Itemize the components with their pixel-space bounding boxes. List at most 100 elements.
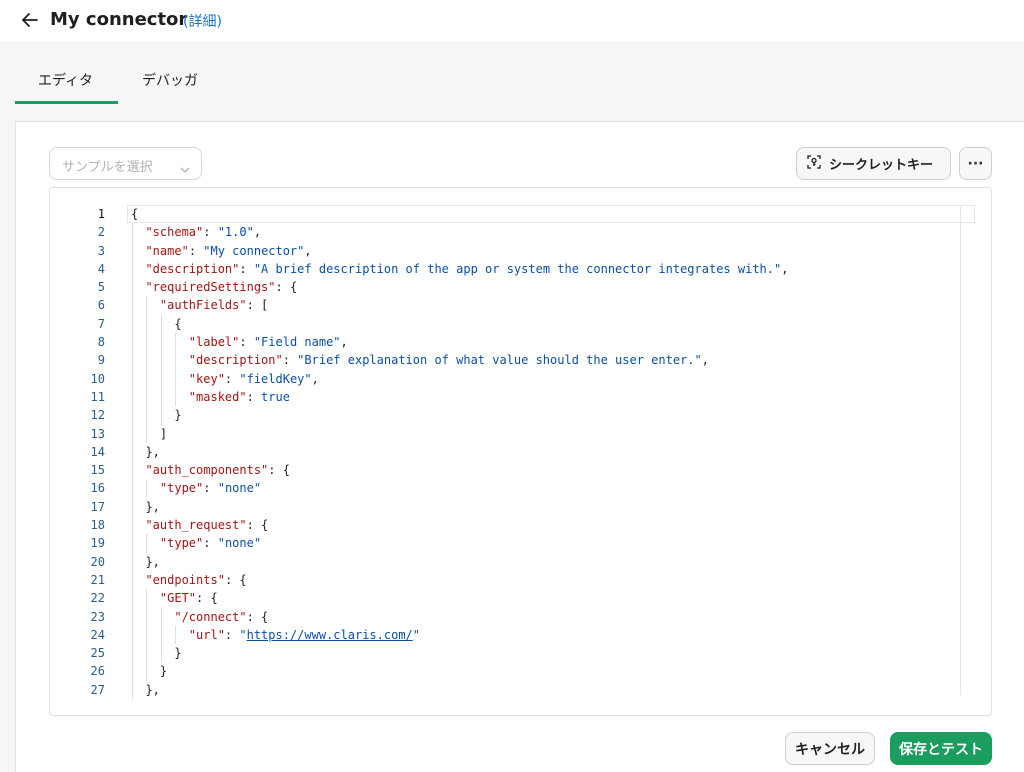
- secret-key-button[interactable]: シークレットキー: [796, 147, 951, 180]
- code-line[interactable]: },: [131, 553, 788, 571]
- indent-guide: [146, 589, 148, 681]
- json-punctuation: },: [145, 682, 160, 697]
- code-line[interactable]: }: [131, 644, 788, 662]
- code-line[interactable]: "label": "Field name",: [131, 333, 788, 351]
- json-punctuation: },: [145, 554, 160, 569]
- code-content[interactable]: { "schema": "1.0", "name": "My connector…: [131, 205, 788, 699]
- indent-guide: [160, 314, 162, 425]
- line-number: 25: [90, 646, 105, 661]
- line-number: 15: [90, 463, 105, 478]
- json-key: "type": [159, 536, 204, 551]
- code-line[interactable]: ]: [131, 425, 788, 443]
- code-line[interactable]: "auth_components": {: [131, 461, 788, 479]
- json-punctuation: :: [203, 481, 218, 496]
- sample-select[interactable]: サンプルを選択: [49, 147, 202, 180]
- json-punctuation: :: [239, 335, 254, 350]
- code-line[interactable]: }: [131, 662, 788, 680]
- json-value: "Field name": [253, 335, 341, 350]
- line-number: 7: [97, 316, 105, 331]
- code-line[interactable]: "endpoints": {: [131, 571, 788, 589]
- json-punctuation: },: [145, 499, 160, 514]
- code-editor[interactable]: 1 2 3 4 5 6 7 8 9 10 11 12 13 14 15 16 17 18 19 20 21 22 23 24 2…: [49, 187, 992, 716]
- json-value: ": [239, 627, 247, 642]
- sample-select-placeholder: サンプルを選択: [62, 160, 153, 175]
- indent-guide: [160, 607, 162, 663]
- code-line[interactable]: },: [131, 498, 788, 516]
- line-number: 21: [90, 572, 105, 587]
- json-value: "1.0": [217, 225, 254, 240]
- line-number: 9: [97, 353, 105, 368]
- json-value: "Brief explanation of what value should …: [297, 353, 702, 368]
- json-punctuation: :: [224, 627, 240, 642]
- details-link[interactable]: (詳細): [183, 11, 222, 31]
- code-line[interactable]: },: [131, 443, 788, 461]
- indent-guide: [175, 333, 177, 407]
- code-line[interactable]: "url": "https://www.claris.com/": [131, 626, 788, 644]
- line-number: 19: [90, 536, 105, 551]
- back-arrow-icon[interactable]: [18, 8, 42, 32]
- json-punctuation: },: [145, 444, 160, 459]
- code-line[interactable]: "description": "Brief explanation of wha…: [131, 351, 788, 369]
- code-line[interactable]: "type": "none": [131, 534, 788, 552]
- indent-guide: [132, 223, 133, 700]
- code-line[interactable]: "schema": "1.0",: [131, 223, 788, 241]
- code-line[interactable]: "key": "fieldKey",: [131, 370, 788, 388]
- line-number: 10: [90, 371, 105, 386]
- tab-debugger[interactable]: デバッガ: [142, 70, 198, 90]
- code-line[interactable]: "requiredSettings": {: [131, 278, 788, 296]
- json-value: "My connector": [203, 243, 305, 258]
- json-punctuation: : {: [246, 609, 269, 624]
- json-value: "none": [217, 536, 262, 551]
- line-number: 1: [97, 207, 105, 221]
- indent-guide: [146, 534, 148, 553]
- json-value: "fieldKey": [239, 371, 312, 386]
- json-key: "name": [145, 243, 189, 258]
- json-key: "requiredSettings": [145, 280, 276, 295]
- code-line[interactable]: }: [131, 406, 788, 424]
- json-key: "auth_request": [145, 518, 247, 533]
- json-punctuation: ,: [311, 371, 319, 386]
- json-url-link[interactable]: https://www.claris.com/: [247, 628, 413, 642]
- code-line[interactable]: {: [131, 205, 788, 223]
- code-line[interactable]: {: [131, 315, 788, 333]
- code-line[interactable]: "name": "My connector",: [131, 242, 788, 260]
- line-number: 22: [90, 591, 105, 606]
- code-line[interactable]: "authFields": [: [131, 296, 788, 314]
- json-punctuation: :: [224, 371, 240, 386]
- json-value: true: [261, 389, 290, 404]
- cancel-button[interactable]: キャンセル: [785, 732, 875, 765]
- json-punctuation: :: [246, 389, 262, 404]
- code-line[interactable]: },: [131, 681, 788, 699]
- json-punctuation: : [: [246, 298, 269, 313]
- code-line[interactable]: "/connect": {: [131, 608, 788, 626]
- json-value: ": [412, 627, 421, 642]
- tab-editor[interactable]: エディタ: [38, 70, 93, 90]
- line-number: 8: [97, 335, 105, 350]
- code-line[interactable]: "GET": {: [131, 589, 788, 607]
- more-options-button[interactable]: ···: [959, 147, 992, 180]
- code-line[interactable]: "masked": true: [131, 388, 788, 406]
- json-punctuation: :: [203, 536, 218, 551]
- indent-guide: [146, 296, 148, 443]
- header-bar: My connector (詳細): [0, 0, 1024, 41]
- json-punctuation: {: [174, 316, 182, 331]
- indent-guide: [175, 625, 177, 645]
- vertical-scrollbar-track[interactable]: [960, 205, 961, 695]
- json-punctuation: : {: [196, 591, 218, 606]
- json-punctuation: :: [203, 225, 218, 240]
- json-punctuation: ,: [701, 353, 709, 368]
- code-line[interactable]: "description": "A brief description of t…: [131, 260, 788, 278]
- line-number: 27: [90, 682, 105, 697]
- save-and-test-button[interactable]: 保存とテスト: [890, 732, 992, 765]
- code-line[interactable]: "auth_request": {: [131, 516, 788, 534]
- code-line[interactable]: "type": "none": [131, 479, 788, 497]
- json-value: "A brief description of the app or syste…: [253, 261, 782, 276]
